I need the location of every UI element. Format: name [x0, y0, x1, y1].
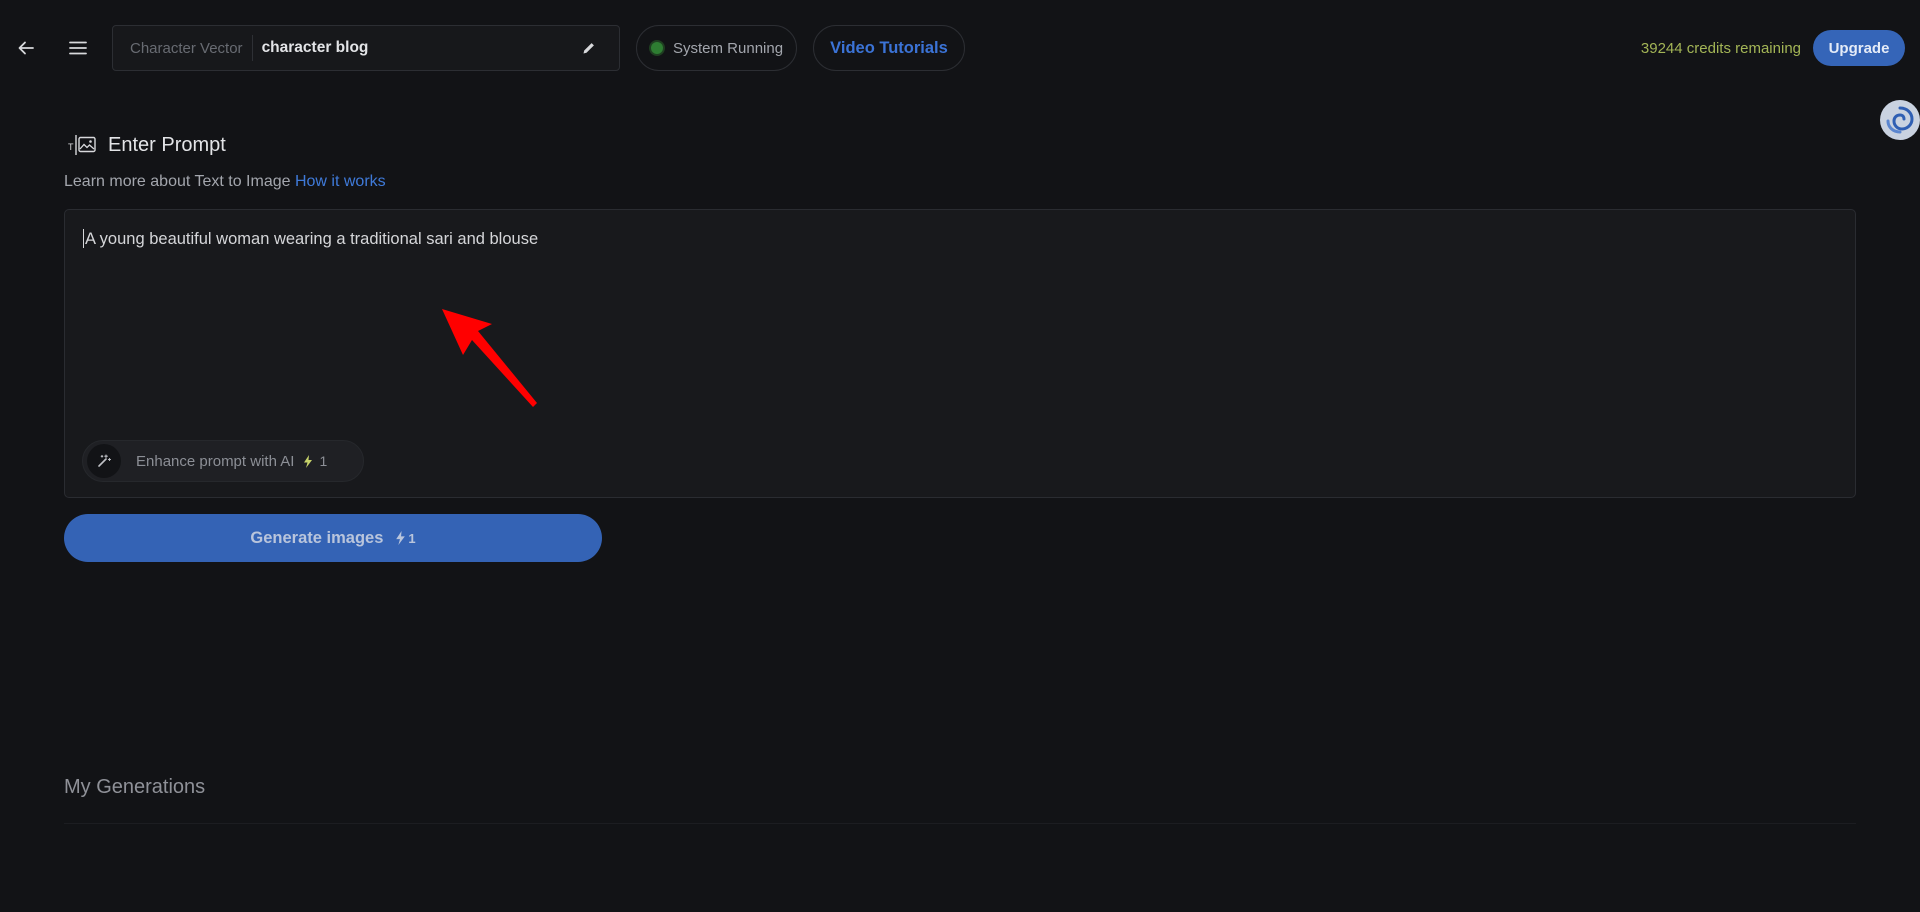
video-tutorials-button[interactable]: Video Tutorials [813, 25, 965, 71]
back-button[interactable] [6, 28, 46, 68]
edit-project-button[interactable] [569, 28, 609, 68]
upgrade-button[interactable]: Upgrade [1813, 30, 1905, 66]
project-type-label: Character Vector [113, 35, 253, 61]
system-status-label: System Running [673, 39, 784, 57]
prompt-section-heading: T Enter Prompt [68, 133, 226, 157]
how-it-works-link[interactable]: How it works [295, 173, 386, 190]
assistant-launcher-button[interactable] [1880, 100, 1920, 140]
my-generations-title: My Generations [64, 776, 206, 798]
generations-divider [64, 823, 1856, 824]
enhance-prompt-label: Enhance prompt with AI [136, 452, 295, 470]
section-title: Enter Prompt [108, 133, 226, 156]
upgrade-label: Upgrade [1828, 39, 1890, 57]
pencil-icon [583, 43, 594, 54]
text-caret [83, 229, 84, 248]
prompt-textarea[interactable]: A young beautiful woman wearing a tradit… [64, 209, 1856, 498]
learn-more-line: Learn more about Text to Image How it wo… [64, 173, 386, 191]
learn-more-text: Learn more about Text to Image [64, 173, 291, 190]
project-name: character blog [261, 39, 369, 56]
prompt-value: A young beautiful woman wearing a tradit… [85, 230, 539, 248]
hamburger-menu-icon [69, 41, 87, 55]
enhance-prompt-button[interactable]: Enhance prompt with AI 1 [82, 440, 364, 482]
status-indicator-dot [651, 42, 663, 54]
enhance-cost: 1 [319, 453, 328, 469]
generate-cost: 1 [408, 530, 416, 546]
generate-cost-badge: 1 [395, 530, 416, 546]
svg-text:T: T [68, 142, 74, 152]
generate-images-label: Generate images [250, 528, 384, 547]
credits-remaining: 39244 credits remaining [1640, 40, 1801, 57]
prompt-input-line: A young beautiful woman wearing a tradit… [83, 229, 538, 249]
lightning-bolt-icon [396, 531, 406, 545]
video-tutorials-label: Video Tutorials [830, 38, 948, 57]
generate-images-button[interactable]: Generate images 1 [64, 514, 602, 562]
menu-button[interactable] [58, 28, 98, 68]
annotation-arrow-icon [442, 309, 537, 407]
lightning-bolt-icon [303, 454, 313, 468]
swirl-logo-icon [1883, 103, 1917, 137]
app-root: Character Vector character blog System R… [0, 0, 1920, 912]
system-status-pill: System Running [636, 25, 797, 71]
project-selector[interactable]: Character Vector character blog [112, 25, 620, 71]
text-to-image-icon: T [68, 135, 96, 155]
arrow-left-icon [18, 41, 34, 55]
magic-wand-icon [87, 444, 121, 478]
